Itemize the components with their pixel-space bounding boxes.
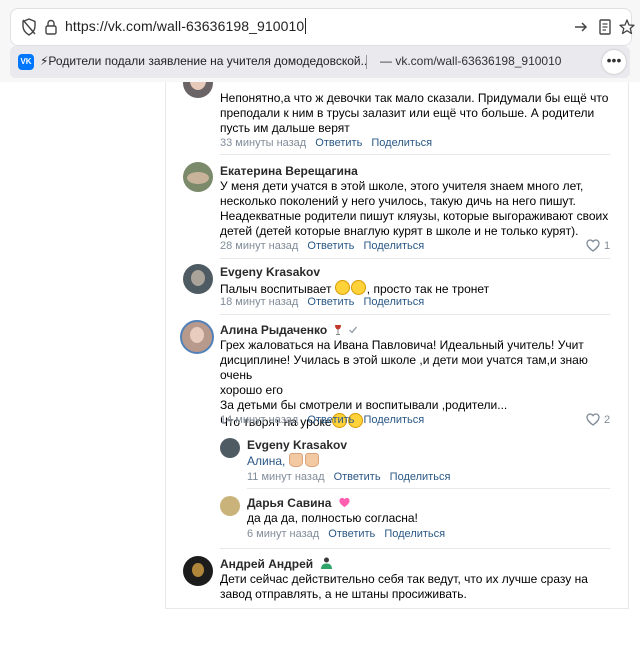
avatar[interactable]: [183, 556, 213, 586]
like-button[interactable]: 2: [586, 413, 610, 426]
divider: [220, 154, 610, 155]
reply-link[interactable]: Ответить: [328, 528, 375, 540]
avatar[interactable]: [183, 264, 213, 294]
share-link[interactable]: Поделиться: [363, 414, 424, 426]
share-link[interactable]: Поделиться: [371, 137, 432, 149]
comment-text: Палыч воспитывает , просто так не тронет: [220, 280, 490, 296]
comment-time[interactable]: 28 минут назад: [220, 240, 298, 252]
mention-link[interactable]: Алина,: [247, 454, 285, 468]
url-text: https://vk.com/wall-63636198_910010: [65, 18, 305, 34]
divider: [220, 258, 610, 259]
comment-author[interactable]: Evgeny Krasakov: [220, 265, 320, 279]
grin-emoji-icon: [334, 280, 350, 295]
bookmark-star-icon[interactable]: [617, 17, 637, 37]
suggestion-separator: [366, 55, 367, 69]
comment: Алина Рыдаченко Грех жаловаться на Ивана…: [166, 316, 628, 606]
comment-text: да да да, полностью согласна!: [247, 511, 418, 525]
url-suggestion[interactable]: VK ⚡Родители подали заявление на учителя…: [10, 46, 630, 78]
comment-author[interactable]: Evgeny Krasakov: [247, 438, 347, 452]
avatar[interactable]: [220, 438, 240, 458]
heart-icon: [586, 239, 600, 252]
verified-check-icon: [348, 326, 357, 334]
divider: [220, 548, 610, 549]
avatar[interactable]: [183, 82, 213, 98]
reply-link[interactable]: Ответить: [307, 414, 354, 426]
comment-meta: 14 минут назад Ответить Поделиться: [220, 414, 424, 426]
comment-time[interactable]: 6 минут назад: [247, 528, 319, 540]
reply-link[interactable]: Ответить: [307, 296, 354, 308]
divider: [220, 314, 610, 315]
person-emoji-icon: [320, 557, 332, 569]
comment-author[interactable]: Дарья Савина: [247, 496, 351, 510]
share-link[interactable]: Поделиться: [363, 240, 424, 252]
comment-time[interactable]: 33 минуты назад: [220, 137, 306, 149]
grin-emoji-icon: [350, 280, 366, 295]
comment: Непонятно,а что ж девочки так мало сказа…: [166, 82, 628, 155]
suggestion-title: ⚡Родители подали заявление на учителя до…: [40, 54, 366, 68]
comment-author[interactable]: Андрей Андрей: [220, 557, 333, 571]
comment-author[interactable]: Алина Рыдаченко: [220, 323, 358, 337]
thumbs-up-emoji-icon: [288, 453, 303, 467]
comment-text: Дети сейчас действительно себя так ведут…: [220, 572, 588, 601]
like-count: 1: [604, 240, 611, 252]
comments-feed: Непонятно,а что ж девочки так мало сказа…: [165, 82, 629, 609]
divider: [247, 488, 610, 489]
comment-text: Непонятно,а что ж девочки так мало сказа…: [220, 91, 609, 135]
url-input[interactable]: https://vk.com/wall-63636198_910010: [65, 18, 307, 34]
like-count: 2: [604, 414, 611, 426]
comment: Екатерина Верещагина У меня дети учатся …: [166, 156, 628, 260]
reply-link[interactable]: Ответить: [334, 471, 381, 483]
address-bar[interactable]: https://vk.com/wall-63636198_910010: [10, 8, 635, 46]
tracking-protection-icon[interactable]: [19, 17, 39, 37]
share-link[interactable]: Поделиться: [384, 528, 445, 540]
like-button[interactable]: 1: [586, 239, 610, 252]
comment-time[interactable]: 11 минут назад: [247, 471, 325, 483]
comment-meta: 33 минуты назад Ответить Поделиться: [220, 137, 432, 149]
page: Непонятно,а что ж девочки так мало сказа…: [0, 82, 640, 647]
share-link[interactable]: Поделиться: [390, 471, 451, 483]
comment-author[interactable]: Екатерина Верещагина: [220, 164, 358, 178]
share-link[interactable]: Поделиться: [363, 296, 424, 308]
vk-logo-icon: VK: [18, 54, 34, 70]
comment-meta: 18 минут назад Ответить Поделиться: [220, 296, 424, 308]
comment-text: У меня дети учатся в этой школе, этого у…: [220, 179, 609, 238]
heart-icon: [586, 413, 600, 426]
comment-text: Алина,: [247, 453, 321, 469]
heart-emoji-icon: [339, 497, 350, 508]
comment-time[interactable]: 14 минут назад: [220, 414, 298, 426]
suggestion-url: — vk.com/wall-63636198_910010: [380, 54, 562, 68]
browser-chrome: https://vk.com/wall-63636198_910010 VK ⚡…: [0, 0, 640, 82]
reader-view-icon[interactable]: [595, 17, 615, 37]
comment-time[interactable]: 18 минут назад: [220, 296, 298, 308]
comment-meta: 6 минут назад Ответить Поделиться: [247, 528, 445, 540]
reply-link[interactable]: Ответить: [307, 240, 354, 252]
more-options-button[interactable]: •••: [602, 50, 626, 74]
avatar[interactable]: [183, 162, 213, 192]
avatar[interactable]: [180, 320, 214, 354]
lock-icon[interactable]: [41, 17, 61, 37]
avatar[interactable]: [220, 496, 240, 516]
comment-meta: 28 минут назад Ответить Поделиться: [220, 240, 424, 252]
reply-link[interactable]: Ответить: [315, 137, 362, 149]
text-caret: [305, 18, 307, 34]
comment: Evgeny Krasakov Палыч воспитывает , прос…: [166, 260, 628, 315]
go-arrow-icon[interactable]: [571, 17, 591, 37]
wine-glass-icon: [334, 325, 341, 335]
comment-meta: 11 минут назад Ответить Поделиться: [247, 471, 450, 483]
thumbs-up-emoji-icon: [304, 453, 319, 467]
